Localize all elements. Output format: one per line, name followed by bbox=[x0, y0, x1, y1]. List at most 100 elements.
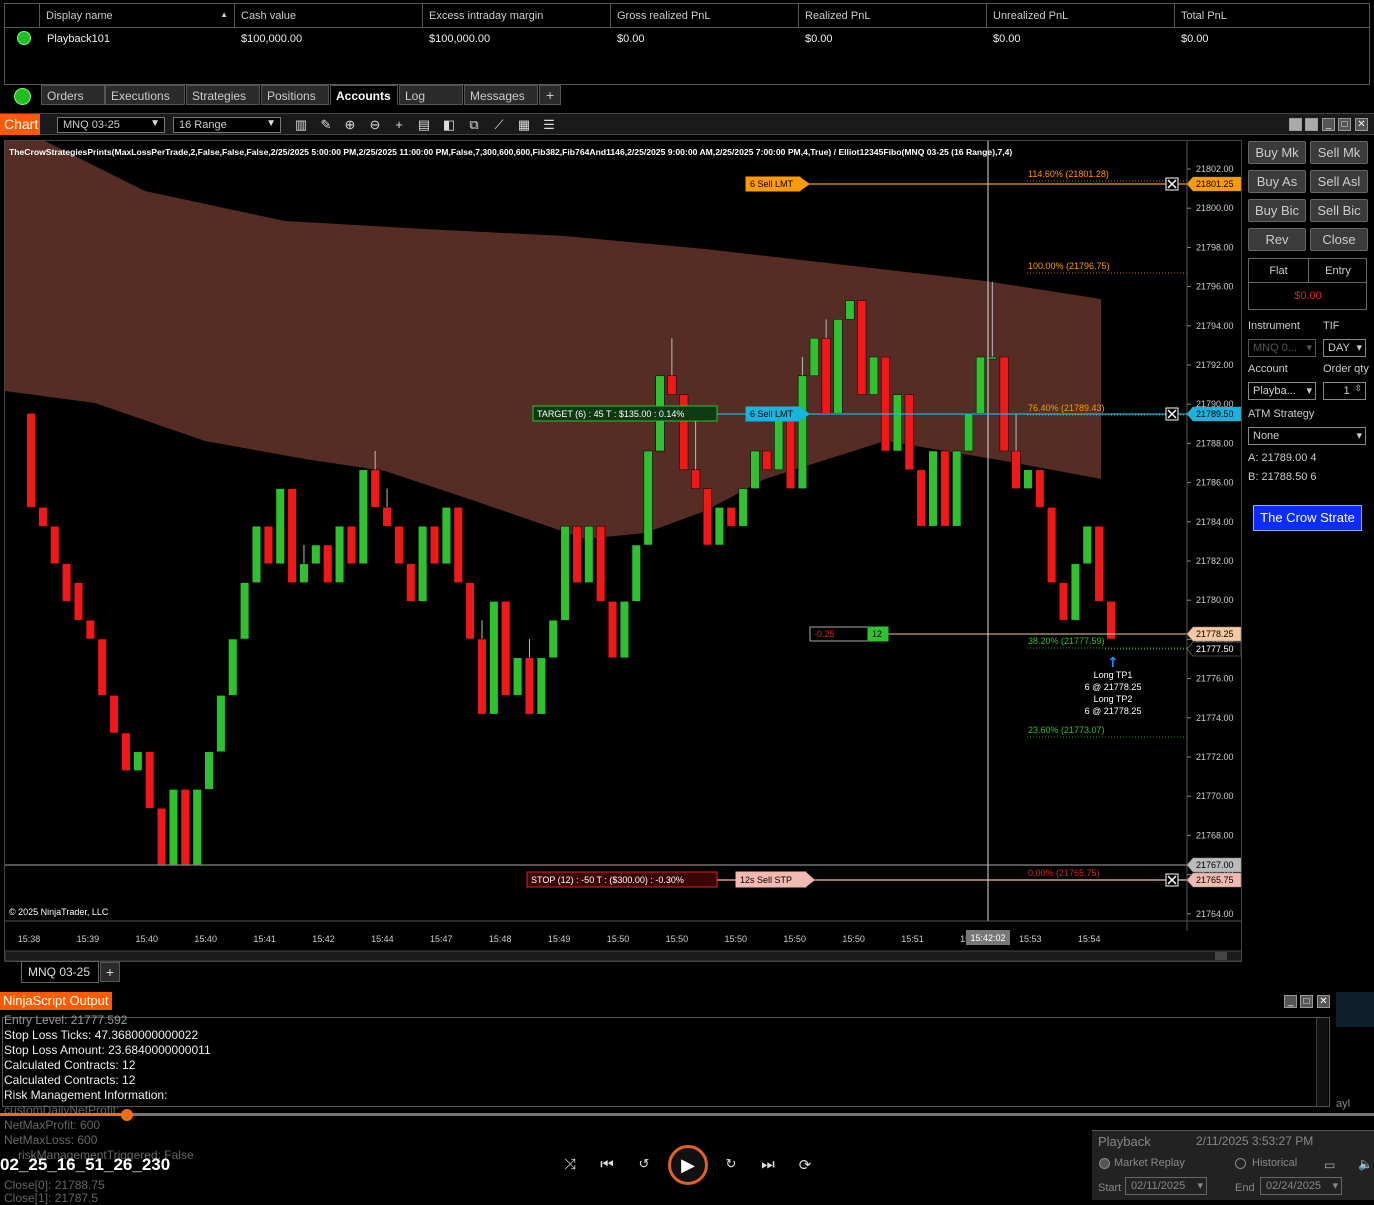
indicators-icon[interactable]: ⧉ bbox=[466, 117, 482, 133]
unrealized-pnl: $0.00 bbox=[993, 33, 1021, 45]
tif-dropdown[interactable]: DAY ▾ bbox=[1323, 339, 1366, 357]
start-date-picker[interactable]: 02/11/2025 ▾ bbox=[1125, 1177, 1207, 1195]
chart-panel[interactable]: 114.60% (21801.28) 100.00% (21796.75) 76.4… bbox=[4, 140, 1242, 962]
window-tile-icon[interactable] bbox=[1305, 118, 1318, 131]
instrument-selector[interactable]: MNQ 03-25 ▼ bbox=[57, 117, 165, 133]
minimize-icon[interactable]: _ bbox=[1284, 995, 1297, 1008]
chart-trader-icon[interactable]: ◧ bbox=[441, 117, 457, 133]
minimize-icon[interactable]: _ bbox=[1322, 118, 1335, 131]
price-axis-label: 21770.00 bbox=[1196, 791, 1234, 801]
previous-icon[interactable]: ⏮ bbox=[597, 1156, 617, 1173]
candle-body bbox=[465, 582, 475, 640]
trade-annotation: Long TP1 bbox=[1094, 670, 1133, 680]
reverse-button[interactable]: Rev bbox=[1248, 228, 1306, 251]
accounts-header-cash-value[interactable]: Cash value bbox=[235, 4, 423, 28]
stepper-icon[interactable]: ⇳ bbox=[1354, 383, 1362, 394]
zoom-in-icon[interactable]: ⊕ bbox=[342, 117, 358, 133]
list-icon[interactable]: ☰ bbox=[541, 117, 557, 133]
close-position-button[interactable]: Close bbox=[1310, 228, 1368, 251]
bar-type-value: 16 Range bbox=[179, 119, 227, 131]
window-tile-icon[interactable] bbox=[1289, 118, 1302, 131]
account-value: Playba... bbox=[1253, 385, 1296, 397]
tab-accounts[interactable]: Accounts bbox=[330, 85, 398, 105]
play-button[interactable]: ▶ bbox=[668, 1145, 708, 1185]
accounts-header-total[interactable]: Total PnL bbox=[1175, 4, 1369, 28]
price-axis-label: 21782.00 bbox=[1196, 556, 1234, 566]
sell-ask-button[interactable]: Sell Asl bbox=[1310, 170, 1368, 193]
seek-handle[interactable] bbox=[121, 1109, 133, 1121]
price-axis-label: 21802.00 bbox=[1196, 164, 1234, 174]
atm-strategy-dropdown[interactable]: None ▾ bbox=[1248, 427, 1366, 445]
properties-icon[interactable]: ▦ bbox=[516, 117, 532, 133]
accounts-header-gross-realized[interactable]: Gross realized PnL bbox=[611, 4, 799, 28]
add-chart-tab-button[interactable]: + bbox=[100, 962, 120, 982]
account-name[interactable]: Playback101 bbox=[41, 30, 110, 50]
trade-annotation: Long TP2 bbox=[1094, 694, 1133, 704]
chart-instrument-tab[interactable]: MNQ 03-25 bbox=[21, 961, 99, 983]
strategies-icon[interactable]: ⟋ bbox=[491, 117, 507, 133]
accounts-header-unrealized[interactable]: Unrealized PnL bbox=[987, 4, 1175, 28]
tab-log[interactable]: Log bbox=[399, 85, 463, 105]
crosshair-time-label: 15:42:02 bbox=[970, 933, 1005, 943]
order-qty-stepper[interactable]: 1 ⇳ bbox=[1323, 382, 1366, 400]
account-dropdown[interactable]: Playba... ▾ bbox=[1248, 382, 1316, 400]
next-icon[interactable]: ⏭ bbox=[758, 1156, 778, 1173]
start-date-value: 02/11/2025 bbox=[1131, 1180, 1186, 1192]
candle-body bbox=[358, 469, 368, 565]
tab-messages[interactable]: Messages bbox=[464, 85, 538, 105]
buy-bid-button[interactable]: Buy Bic bbox=[1248, 199, 1306, 222]
candle-body bbox=[975, 356, 985, 414]
buy-market-button[interactable]: Buy Mk bbox=[1248, 141, 1306, 164]
position-pnl: $0.00 bbox=[1294, 290, 1322, 302]
tab-strategies[interactable]: Strategies bbox=[186, 85, 260, 105]
candle-body bbox=[726, 507, 736, 527]
data-box-icon[interactable]: ▤ bbox=[416, 117, 432, 133]
volume-icon[interactable]: 🔈 bbox=[1358, 1157, 1373, 1171]
candle-body bbox=[192, 789, 202, 865]
maximize-icon[interactable]: □ bbox=[1300, 995, 1313, 1008]
candle-body bbox=[370, 469, 380, 508]
add-tab-button[interactable]: + bbox=[539, 85, 561, 105]
candle-body bbox=[85, 619, 95, 640]
captions-icon[interactable]: ▭ bbox=[1324, 1158, 1335, 1172]
end-date-picker[interactable]: 02/24/2025 ▾ bbox=[1260, 1177, 1342, 1195]
output-textbox[interactable] bbox=[2, 1017, 1330, 1107]
output-scrollbar[interactable] bbox=[1316, 1018, 1328, 1106]
accounts-header-excess-margin[interactable]: Excess intraday margin bbox=[423, 4, 611, 28]
zoom-out-icon[interactable]: ⊖ bbox=[367, 117, 383, 133]
chart-window-tab[interactable]: Chart bbox=[0, 114, 40, 135]
the-crow-strategy-button[interactable]: The Crow Strate bbox=[1253, 505, 1362, 531]
forward-icon[interactable]: ↻ bbox=[721, 1156, 741, 1172]
repeat-off-icon[interactable]: ⟳ bbox=[795, 1156, 815, 1174]
market-replay-radio[interactable] bbox=[1099, 1158, 1110, 1169]
buy-ask-button[interactable]: Buy As bbox=[1248, 170, 1306, 193]
tab-executions[interactable]: Executions bbox=[105, 85, 185, 105]
chart-trader-panel: Buy Mk Sell Mk Buy As Sell Asl Buy Bic S… bbox=[1244, 138, 1372, 988]
close-icon[interactable]: ✕ bbox=[1317, 995, 1330, 1008]
candle-body bbox=[394, 525, 404, 565]
tab-orders[interactable]: Orders bbox=[41, 85, 105, 105]
candle-body bbox=[667, 375, 677, 395]
rewind-icon[interactable]: ↺ bbox=[634, 1156, 654, 1172]
tab-positions[interactable]: Positions bbox=[261, 85, 329, 105]
sell-bid-button[interactable]: Sell Bic bbox=[1310, 199, 1368, 222]
accounts-header-realized[interactable]: Realized PnL bbox=[799, 4, 987, 28]
historical-radio[interactable] bbox=[1235, 1158, 1246, 1169]
maximize-icon[interactable]: □ bbox=[1338, 118, 1351, 131]
bar-style-icon[interactable]: ▥ bbox=[293, 117, 309, 133]
draw-tool-icon[interactable]: ✎ bbox=[318, 117, 334, 133]
close-icon[interactable]: ✕ bbox=[1355, 118, 1368, 131]
bar-type-selector[interactable]: 16 Range ▼ bbox=[173, 117, 281, 133]
price-chart[interactable]: 114.60% (21801.28) 100.00% (21796.75) 76.4… bbox=[5, 141, 1242, 962]
crosshair-icon[interactable]: + bbox=[391, 117, 407, 133]
accounts-header-display-name[interactable]: Display name ▲ bbox=[40, 4, 235, 28]
ninjascript-output-tab[interactable]: NinjaScript Output bbox=[0, 992, 112, 1010]
candle-body bbox=[418, 525, 428, 602]
seek-bar[interactable] bbox=[0, 1113, 1374, 1116]
candle-body bbox=[1011, 450, 1021, 489]
instrument-dropdown[interactable]: MNQ 0... ▾ bbox=[1248, 339, 1316, 357]
atm-strategy-label: ATM Strategy bbox=[1248, 408, 1315, 420]
historical-label: Historical bbox=[1252, 1157, 1298, 1169]
shuffle-icon[interactable]: ⤨ bbox=[560, 1156, 580, 1173]
sell-market-button[interactable]: Sell Mk bbox=[1310, 141, 1368, 164]
